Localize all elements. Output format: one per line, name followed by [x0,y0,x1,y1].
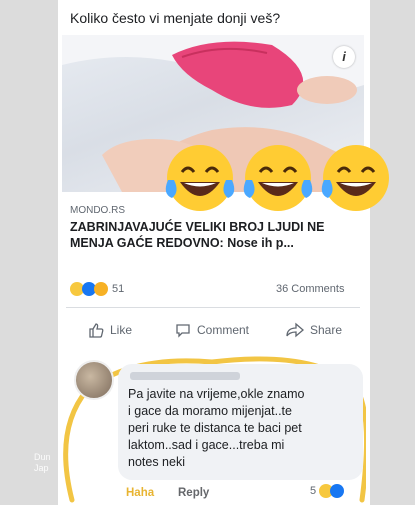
share-label: Share [310,323,343,337]
info-icon[interactable]: i [333,46,355,68]
link-source: MONDO.RS [70,205,125,216]
watermark-line-1: Dun [34,452,51,462]
post-caption: Koliko često vi menjate donji veš? [70,10,281,26]
wow-reaction-icon [94,282,108,296]
like-button[interactable]: Like [88,322,132,338]
reply-button[interactable]: Reply [178,487,209,499]
watermark-line-2: Jap [34,463,49,473]
like-reaction-icon [330,484,345,498]
comments-count[interactable]: 36 Comments [276,283,344,295]
comment-reaction-summary[interactable]: 5 [310,484,345,498]
reaction-summary[interactable]: 51 [70,282,124,296]
link-headline[interactable]: ZABRINJAVAJUĆE VELIKI BROJ LJUDI NE MENJ… [70,219,360,251]
watermark: Dun Jap [34,452,51,474]
comment-text: Pa javite na vrijeme,okle znamo i gace d… [128,387,305,469]
comment-label: Comment [197,323,250,337]
laughing-emoji [321,145,389,211]
reaction-count: 51 [112,283,125,295]
haha-button[interactable]: Haha [126,487,154,499]
avatar[interactable] [74,360,114,400]
share-button[interactable]: Share [286,322,342,338]
speech-bubble-icon [176,324,190,338]
divider [66,307,360,308]
laughing-emoji [243,145,313,211]
laughing-emoji-overlay [165,145,389,211]
comment-reaction-count: 5 [310,485,317,497]
like-label: Like [110,323,133,337]
comment-button[interactable]: Comment [175,322,249,338]
laughing-emoji [165,145,235,211]
share-arrow-icon [286,322,304,338]
commenter-name-redacted[interactable] [130,372,240,380]
thumbs-up-icon [89,323,104,338]
